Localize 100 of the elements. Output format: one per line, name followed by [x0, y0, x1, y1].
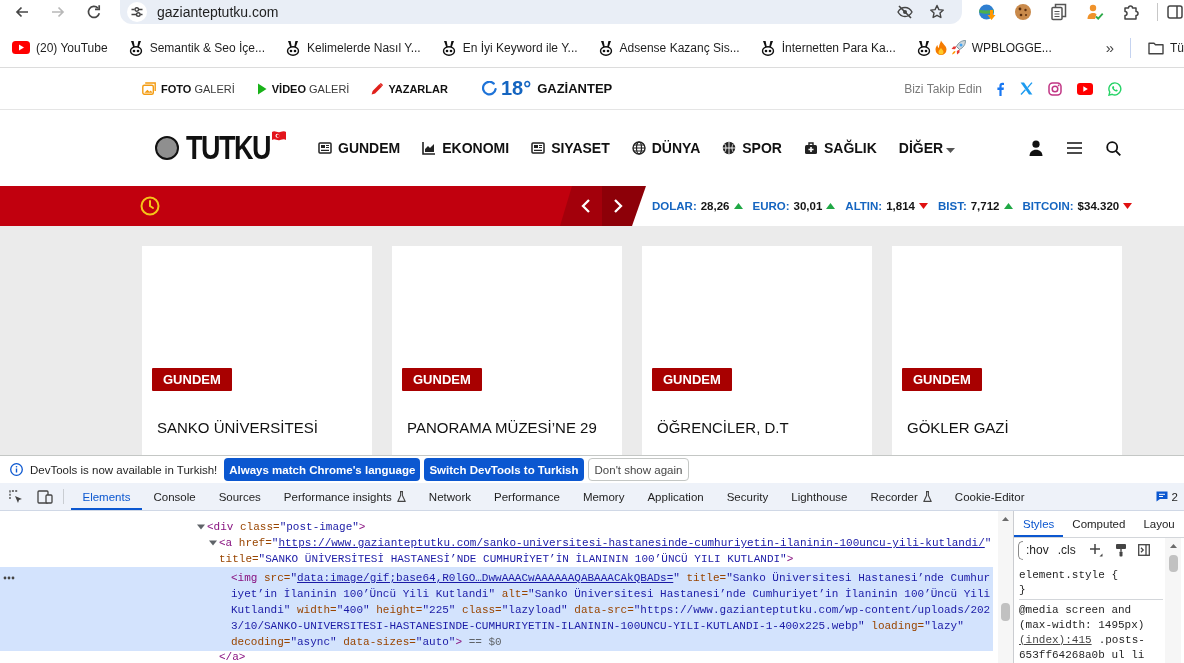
devtools-tab[interactable]: Network [417, 483, 483, 510]
nav-link[interactable]: SIYASET [531, 140, 610, 156]
bookmark-link[interactable]: Semantik & Seo İçe... [121, 34, 271, 61]
puzzle-icon[interactable] [1122, 3, 1140, 21]
plus-icon[interactable] [1088, 543, 1103, 557]
nav-link[interactable]: DİĞER [898, 140, 956, 156]
category-badge[interactable]: GUNDEM [652, 368, 732, 391]
scroll-up-icon[interactable] [1169, 544, 1177, 548]
closing-tag[interactable]: </a> [0, 651, 993, 663]
triangle-down-icon[interactable] [209, 539, 217, 547]
dom-node[interactable]: <img src="data:image/gif;base64,R0lGO…DwwAAACwAAAAAAQABAAACAkQBADs=" title="Sanko Üniversitesi Hastanesi’nde Cumhuriyet’in İlaninin 100’Üncü Yili Kutlandi" alt="Sanko Üniversitesi Hastanesi’nde Cumhuriyet’in İlaninin 100’Üncü Yili Kutlandi" width="400" height="225" class="lazyload" data-src="https://www.gazianteptutku.com/wp-content/uploads/2023/10/SANKO-UNIVERSITESI-HASTANESINDE-CUMHURIYETIN-ILANININ-100UNCU-YILI-KUTLANDI-1-400x225.webp" loading="lazy" decoding="async" data-sizes="auto"> == $0 [0, 567, 993, 651]
styles-tab[interactable]: Styles [1014, 511, 1064, 537]
news-title[interactable]: PANORAMA MÜZESİ’NE 29 [407, 418, 612, 438]
attribute-link[interactable]: https://www.gazianteptutku.com/sanko-universitesi-hastanesinde-cumhuriyetin-ilaninin-100uncu-yili-kutlandi/ [278, 537, 985, 549]
nav-link[interactable]: SPOR [722, 140, 782, 156]
instagram-icon[interactable] [1048, 81, 1062, 96]
nav-link[interactable]: EKONOMI [422, 140, 510, 156]
star-icon[interactable] [929, 4, 945, 20]
toggle-button[interactable]: .cls [1054, 543, 1079, 557]
toggle-button[interactable]: :hov [1023, 543, 1052, 557]
more-bookmarks-button[interactable]: » [1099, 37, 1120, 58]
styles-tab[interactable]: Layou [1134, 511, 1175, 537]
bunny-icon [285, 39, 301, 56]
previous-button[interactable] [560, 186, 602, 226]
devtools-tab[interactable]: Lighthouse [779, 483, 859, 510]
infobar-button[interactable]: Don't show again [587, 458, 690, 481]
news-card[interactable]: GUNDEM ÖĞRENCİLER, D.T [642, 246, 872, 455]
infobar-button[interactable]: Always match Chrome's language [224, 458, 421, 481]
user-icon[interactable] [1029, 140, 1043, 156]
next-button[interactable] [602, 186, 646, 226]
topbar-link[interactable]: VİDEO GALERİ [256, 82, 350, 95]
devtools-tab[interactable]: Cookie-Editor [943, 483, 1036, 510]
news-card[interactable]: GUNDEM SANKO ÜNİVERSİTESİ [142, 246, 372, 455]
x-logo-icon[interactable] [1020, 82, 1033, 95]
dom-node[interactable]: <div class="post-image"> [0, 519, 993, 535]
scrollbar[interactable] [1165, 538, 1181, 663]
youtube-icon[interactable] [1077, 82, 1093, 95]
devtools-tab[interactable]: Performance [482, 483, 572, 510]
sidebar-icon[interactable] [1137, 544, 1150, 556]
scrollbar[interactable] [998, 511, 1013, 663]
infobar-button[interactable]: Switch DevTools to Turkish [424, 458, 584, 481]
dots-icon[interactable] [3, 576, 15, 580]
scrollbar-thumb[interactable] [1168, 555, 1178, 572]
devtools-tab[interactable]: Security [715, 483, 780, 510]
category-badge[interactable]: GUNDEM [402, 368, 482, 391]
reload-icon[interactable] [86, 4, 102, 20]
bookmark-link[interactable]: WPBLOGGE... [909, 34, 1058, 61]
devtools-tab[interactable]: Performance insights [272, 483, 418, 510]
documents-icon[interactable] [1050, 3, 1068, 21]
news-card[interactable]: GUNDEM PANORAMA MÜZESİ’NE 29 [392, 246, 622, 455]
bookmark-link[interactable]: Kelimelerde Nasıl Y... [279, 34, 427, 61]
attribute-link[interactable]: data:image/gif;base64,R0lGO…DwwAAACwAAAAAAQABAAACAkQBADs= [297, 572, 674, 584]
dom-node[interactable]: <a href="https://www.gazianteptutku.com/sanko-universitesi-hastanesinde-cumhuriyetin-ilaninin-100uncu-yili-kutlandi/" title="SANKO ÜNİVERSİTESİ HASTANESİ’NDE CUMHURİYET’İN İLANININ 100’ÜNCÜ YILI KUTLANDI"> [0, 535, 993, 567]
news-title[interactable]: GÖKLER GAZİ [907, 418, 1112, 438]
style-selector[interactable]: element.style { [1019, 568, 1163, 583]
bookmark-link[interactable]: İnternetten Para Ka... [753, 34, 902, 61]
facebook-icon[interactable] [995, 81, 1005, 96]
bookmark-folder[interactable]: Tü [1148, 40, 1184, 55]
devtools-tab[interactable]: Recorder [859, 483, 944, 510]
bookmark-link[interactable]: (20) YouTube [6, 34, 114, 61]
side-panel-icon[interactable] [1167, 4, 1183, 20]
devtools-tab[interactable]: Elements [71, 483, 142, 510]
tune-icon[interactable] [127, 2, 147, 22]
menu-icon[interactable] [1067, 142, 1082, 154]
search-icon[interactable] [1106, 140, 1121, 156]
topbar-link[interactable]: FOTO GALERİ [142, 82, 235, 95]
scrollbar-thumb[interactable] [1001, 603, 1010, 621]
brush-icon[interactable] [1114, 543, 1127, 557]
device-icon[interactable] [37, 489, 53, 504]
eye-slash-icon[interactable] [897, 4, 913, 20]
address-field[interactable]: gazianteptutku.com [120, 0, 962, 24]
inspect-icon[interactable] [9, 489, 23, 504]
nav-link[interactable]: GUNDEM [318, 140, 401, 156]
style-selector[interactable]: (index):415 .posts-653ff64268a0b ul li [1019, 633, 1163, 663]
cookie-icon[interactable] [1014, 3, 1032, 21]
category-badge[interactable]: GUNDEM [902, 368, 982, 391]
devtools-tab[interactable]: Application [635, 483, 716, 510]
bookmark-link[interactable]: Adsense Kazanç Sis... [591, 34, 746, 61]
nav-link[interactable]: SAĞLIK [803, 140, 877, 156]
devtools-tab[interactable]: Sources [207, 483, 273, 510]
triangle-down-icon[interactable] [197, 523, 205, 531]
back-arrow-icon[interactable] [14, 4, 30, 20]
category-badge[interactable]: GUNDEM [152, 368, 232, 391]
news-card[interactable]: GUNDEM GÖKLER GAZİ [892, 246, 1122, 455]
bunny-icon [759, 39, 776, 56]
devtools-tab[interactable]: Console [141, 483, 208, 510]
styles-tab[interactable]: Computed [1063, 511, 1135, 537]
devtools-tab[interactable]: Memory [571, 483, 636, 510]
scroll-up-icon[interactable] [1002, 517, 1009, 521]
nav-link[interactable]: DÜNYA [631, 140, 701, 156]
news-title[interactable]: ÖĞRENCİLER, D.T [657, 418, 862, 438]
source-link[interactable]: (index):415 [1019, 633, 1092, 648]
news-title[interactable]: SANKO ÜNİVERSİTESİ [157, 418, 362, 438]
rate-label: BITCOIN: [1022, 200, 1074, 212]
bookmark-link[interactable]: En İyi Keyword ile Y... [434, 34, 584, 61]
issues-button[interactable]: 2 [1155, 483, 1184, 510]
portrait-placeholder[interactable] [155, 136, 179, 160]
topbar-link[interactable]: YAZARLAR [371, 82, 448, 95]
logo-text[interactable]: TUTKU [186, 131, 270, 165]
person-check-icon[interactable] [1086, 3, 1104, 21]
